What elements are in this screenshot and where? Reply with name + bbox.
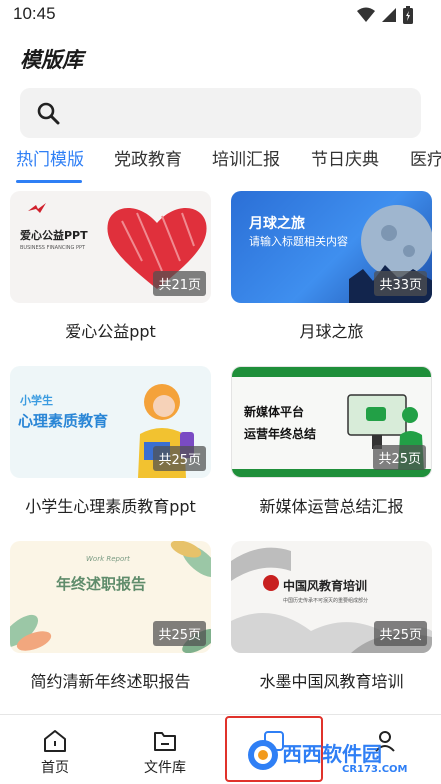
- tab-party-education[interactable]: 党政教育: [114, 148, 182, 172]
- template-card-new-media[interactable]: 新媒体平台 运营年终总结 共25页: [231, 366, 432, 478]
- thumb-footer-bar: [232, 469, 431, 477]
- search-icon: [37, 102, 60, 125]
- thumb-title: 中国风教育培训: [283, 579, 368, 593]
- nav-file-library-label: 文件库: [144, 760, 186, 776]
- status-bar: 10:45: [0, 0, 441, 32]
- thumb-title: 新媒体平台: [244, 405, 305, 419]
- page-count-badge: 共25页: [373, 445, 426, 470]
- template-card-psychology[interactable]: 小学生 心理素质教育 共25页: [10, 366, 211, 478]
- page-count-badge: 共25页: [153, 446, 206, 471]
- thumb-subtitle: 请输入标题相关内容: [249, 235, 348, 248]
- nav-file-library[interactable]: 文件库: [125, 715, 205, 784]
- nav-home[interactable]: 首页: [15, 715, 95, 784]
- tab-festival[interactable]: 节日庆典: [311, 148, 379, 172]
- thumb-title: 年终述职报告: [56, 575, 147, 593]
- watermark-logo: 西西软件园 CR173.COM: [246, 736, 424, 780]
- template-card-annual-report[interactable]: Work Report 年终述职报告 共25页: [10, 541, 211, 653]
- thumb-subtitle: 心理素质教育: [18, 412, 109, 430]
- template-caption[interactable]: 爱心公益ppt: [10, 318, 211, 342]
- thumb-subtitle: Work Report: [86, 555, 130, 563]
- category-tabs: 热门模版 党政教育 培训汇报 节日庆典 医疗: [0, 148, 441, 184]
- wifi-icon: [357, 7, 375, 22]
- status-icons: [357, 6, 413, 24]
- tab-hot[interactable]: 热门模版: [16, 148, 84, 172]
- thumb-subtitle: BUSINESS FINANCING PPT: [20, 245, 86, 251]
- page-count-badge: 共25页: [374, 621, 427, 646]
- thumb-subtitle: 运营年终总结: [244, 427, 317, 441]
- thumb-subtitle: 中国历史传承不可泯灭的重要组成部分: [283, 598, 369, 604]
- status-time: 10:45: [13, 4, 56, 23]
- template-caption[interactable]: 小学生心理素质教育ppt: [10, 493, 211, 517]
- thumb-title: 小学生: [20, 394, 53, 407]
- signal-icon: [382, 8, 396, 22]
- template-card-chinese-ink[interactable]: 中国风教育培训 中国历史传承不可泯灭的重要组成部分 共25页: [231, 541, 432, 653]
- template-card-moon[interactable]: 月球之旅 请输入标题相关内容 共33页: [231, 191, 432, 303]
- home-icon: [44, 730, 66, 752]
- tab-training-report[interactable]: 培训汇报: [212, 148, 280, 172]
- thumb-title: 月球之旅: [249, 216, 305, 232]
- template-caption[interactable]: 月球之旅: [231, 318, 432, 342]
- folder-icon: [154, 732, 176, 751]
- template-card-charity[interactable]: 爱心公益PPT BUSINESS FINANCING PPT 共21页: [10, 191, 211, 303]
- active-tab-indicator: [16, 180, 82, 183]
- battery-icon: [403, 6, 413, 24]
- page-count-badge: 共33页: [374, 271, 427, 296]
- page-count-badge: 共25页: [153, 621, 206, 646]
- watermark-domain: CR173.COM: [342, 764, 408, 775]
- template-caption[interactable]: 简约清新年终述职报告: [10, 668, 211, 692]
- watermark-emblem-icon: [248, 740, 278, 770]
- thumb-header-bar: [232, 367, 431, 377]
- search-input[interactable]: [20, 88, 421, 138]
- page-count-badge: 共21页: [153, 271, 206, 296]
- template-caption[interactable]: 新媒体运营总结汇报: [231, 493, 432, 517]
- template-caption[interactable]: 水墨中国风教育培训: [231, 668, 432, 692]
- bird-icon: [28, 203, 46, 213]
- nav-home-label: 首页: [41, 760, 69, 776]
- tab-medical[interactable]: 医疗: [410, 148, 441, 172]
- thumb-title: 爱心公益PPT: [20, 229, 88, 242]
- watermark-text: 西西软件园: [282, 742, 382, 766]
- page-title: 模版库: [20, 48, 83, 72]
